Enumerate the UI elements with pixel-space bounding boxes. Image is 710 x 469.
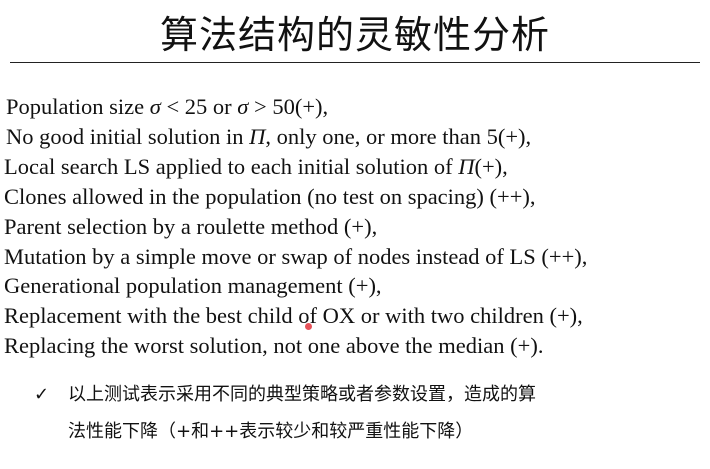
sigma-symbol: σ: [237, 94, 249, 119]
item-text: No good initial solution in: [6, 123, 250, 149]
note-text: 以上测试表示采用不同的典型策略或者参数设置，造成的算 法性能下降（+和++表示较…: [68, 376, 698, 450]
list-item: Parent selection by a roulette method (+…: [4, 213, 378, 239]
item-text: Population size: [6, 94, 150, 119]
item-text: > 50(+),: [248, 94, 329, 119]
list-item: Local search LS applied to each initial …: [4, 152, 587, 182]
item-text: (+),: [474, 153, 508, 179]
list-item: No good initial solution in Π, only one,…: [4, 122, 587, 152]
slide-title: 算法结构的灵敏性分析: [159, 13, 550, 57]
list-item: Generational population management (+),: [4, 273, 382, 299]
laser-pointer-dot: [305, 323, 312, 330]
list-item: Clones allowed in the population (no tes…: [4, 183, 536, 209]
slide: 算法结构的灵敏性分析 Population size σ < 25 or σ >…: [0, 0, 710, 469]
list-item: Replacement with the best child of OX or…: [4, 303, 583, 329]
pi-symbol: Π: [458, 153, 475, 179]
list-item: Population size σ < 25 or σ > 50(+),: [4, 92, 587, 122]
item-text: < 25 or: [160, 94, 238, 119]
findings-list: Population size σ < 25 or σ > 50(+), No …: [4, 92, 587, 361]
note-line: 法性能下降（+和++表示较少和较严重性能下降）: [68, 421, 474, 442]
pi-symbol: Π: [249, 123, 266, 149]
list-item: Replacing the worst solution, not one ab…: [4, 333, 544, 359]
list-item: Mutation by a simple move or swap of nod…: [4, 243, 588, 269]
item-text: Local search LS applied to each initial …: [4, 153, 459, 179]
title-underline: [10, 62, 700, 63]
note-line: 以上测试表示采用不同的典型策略或者参数设置，造成的算: [68, 384, 536, 405]
sigma-symbol: σ: [149, 94, 161, 119]
item-text: , only one, or more than 5(+),: [265, 123, 532, 149]
checkmark-icon: ✓: [34, 384, 50, 405]
